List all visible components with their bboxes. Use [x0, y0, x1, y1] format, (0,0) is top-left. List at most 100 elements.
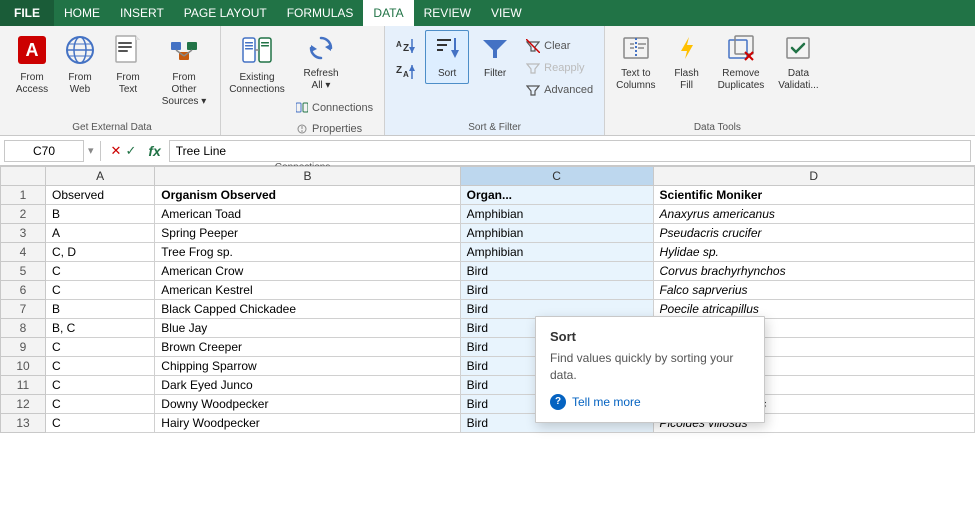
cell-d1[interactable]: Scientific Moniker [653, 186, 974, 205]
from-other-sources-icon [168, 34, 200, 70]
cell-b3[interactable]: Spring Peeper [155, 224, 460, 243]
cell-b8[interactable]: Blue Jay [155, 319, 460, 338]
menu-data[interactable]: DATA [363, 0, 413, 26]
table-row: 7 B Black Capped Chickadee Bird Poecile … [1, 300, 975, 319]
confirm-icon[interactable]: ✓ [125, 143, 136, 159]
cell-b7[interactable]: Black Capped Chickadee [155, 300, 460, 319]
cell-a5[interactable]: C [46, 262, 155, 281]
cell-d5[interactable]: Corvus brachyrhynchos [653, 262, 974, 281]
from-web-label: FromWeb [68, 72, 91, 96]
cell-d2[interactable]: Anaxyrus americanus [653, 205, 974, 224]
menu-home[interactable]: HOME [54, 0, 110, 26]
text-to-columns-button[interactable]: Text toColumns [611, 30, 660, 96]
cell-c6[interactable]: Bird [460, 281, 653, 300]
existing-connections-icon [241, 34, 273, 70]
cell-a3[interactable]: A [46, 224, 155, 243]
remove-duplicates-label: RemoveDuplicates [718, 68, 765, 92]
svg-text:A: A [403, 70, 409, 79]
cell-b12[interactable]: Downy Woodpecker [155, 395, 460, 414]
cell-c2[interactable]: Amphibian [460, 205, 653, 224]
menu-formulas[interactable]: FORMULAS [277, 0, 364, 26]
cell-b2[interactable]: American Toad [155, 205, 460, 224]
cell-b6[interactable]: American Kestrel [155, 281, 460, 300]
from-web-button[interactable]: FromWeb [58, 30, 102, 100]
row-number-12: 12 [1, 395, 46, 414]
cell-b13[interactable]: Hairy Woodpecker [155, 414, 460, 433]
cell-a10[interactable]: C [46, 357, 155, 376]
menu-page-layout[interactable]: PAGE LAYOUT [174, 0, 277, 26]
get-external-data-label: Get External Data [72, 120, 151, 133]
clear-button[interactable]: Clear [521, 36, 598, 56]
cell-reference-input[interactable] [4, 140, 84, 162]
clear-label: Clear [544, 40, 570, 52]
spreadsheet-table: A B C D 1 Observed Organism Observed Org… [0, 166, 975, 433]
from-other-sources-button[interactable]: From OtherSources ▾ [154, 30, 214, 112]
ribbon-group-get-external-data: A FromAccess FromWeb FromText [4, 26, 221, 135]
sort-az-button[interactable]: AZ [391, 34, 421, 58]
sort-filter-label: Sort & Filter [468, 120, 521, 133]
tooltip-link[interactable]: ? Tell me more [550, 394, 750, 410]
data-tools-buttons: Text toColumns FlashFill RemoveDuplicate… [611, 30, 824, 120]
cell-a6[interactable]: C [46, 281, 155, 300]
table-row: 12 C Downy Woodpecker Bird Picoides pube… [1, 395, 975, 414]
row-number-1: 1 [1, 186, 46, 205]
cell-a13[interactable]: C [46, 414, 155, 433]
row-number-10: 10 [1, 357, 46, 376]
cell-b11[interactable]: Dark Eyed Junco [155, 376, 460, 395]
cell-b4[interactable]: Tree Frog sp. [155, 243, 460, 262]
svg-text:Z: Z [403, 43, 409, 54]
flash-fill-button[interactable]: FlashFill [665, 30, 709, 96]
cell-b10[interactable]: Chipping Sparrow [155, 357, 460, 376]
cell-a11[interactable]: C [46, 376, 155, 395]
from-access-button[interactable]: A FromAccess [10, 30, 54, 100]
advanced-button[interactable]: Advanced [521, 80, 598, 100]
cell-a12[interactable]: C [46, 395, 155, 414]
cell-a9[interactable]: C [46, 338, 155, 357]
file-tab[interactable]: FILE [0, 0, 54, 26]
cell-c1[interactable]: Organ... [460, 186, 653, 205]
fx-button[interactable]: fx [144, 143, 164, 159]
row-number-11: 11 [1, 376, 46, 395]
svg-text:A: A [26, 40, 39, 60]
row-number-9: 9 [1, 338, 46, 357]
cell-b9[interactable]: Brown Creeper [155, 338, 460, 357]
col-header-d[interactable]: D [653, 167, 974, 186]
reapply-button[interactable]: Reapply [521, 58, 598, 78]
cell-a8[interactable]: B, C [46, 319, 155, 338]
col-header-b[interactable]: B [155, 167, 460, 186]
properties-button[interactable]: Properties [291, 119, 378, 139]
cell-a4[interactable]: C, D [46, 243, 155, 262]
cell-a1[interactable]: Observed [46, 186, 155, 205]
cell-c4[interactable]: Amphibian [460, 243, 653, 262]
menu-review[interactable]: REVIEW [414, 0, 481, 26]
data-validation-button[interactable]: DataValidati... [773, 30, 823, 96]
cell-d6[interactable]: Falco saprverius [653, 281, 974, 300]
sort-za-button[interactable]: ZA [391, 60, 421, 84]
cell-a2[interactable]: B [46, 205, 155, 224]
filter-button[interactable]: Filter [473, 30, 517, 84]
cell-a7[interactable]: B [46, 300, 155, 319]
formula-bar: ▾ ✕ ✓ fx [0, 136, 975, 166]
cell-c5[interactable]: Bird [460, 262, 653, 281]
cell-b5[interactable]: American Crow [155, 262, 460, 281]
cancel-icon[interactable]: ✕ [111, 143, 122, 159]
menu-view[interactable]: VIEW [481, 0, 532, 26]
existing-connections-button[interactable]: ExistingConnections [227, 30, 287, 100]
cell-d3[interactable]: Pseudacris crucifer [653, 224, 974, 243]
col-header-a[interactable]: A [46, 167, 155, 186]
col-header-c[interactable]: C [460, 167, 653, 186]
connections-button[interactable]: Connections [291, 98, 378, 118]
cell-b1[interactable]: Organism Observed [155, 186, 460, 205]
remove-duplicates-button[interactable]: RemoveDuplicates [713, 30, 770, 96]
cell-d4[interactable]: Hylidae sp. [653, 243, 974, 262]
from-text-button[interactable]: FromText [106, 30, 150, 100]
sort-button[interactable]: Sort [425, 30, 469, 84]
expand-ref-button[interactable]: ▾ [88, 144, 94, 157]
cell-c3[interactable]: Amphibian [460, 224, 653, 243]
refresh-all-button[interactable]: RefreshAll ▾ [291, 30, 351, 96]
connections-small-label: Connections [312, 102, 373, 114]
existing-connections-label: ExistingConnections [229, 72, 285, 96]
menu-insert[interactable]: INSERT [110, 0, 174, 26]
tooltip-link-label: Tell me more [572, 395, 641, 409]
formula-input[interactable] [169, 140, 971, 162]
